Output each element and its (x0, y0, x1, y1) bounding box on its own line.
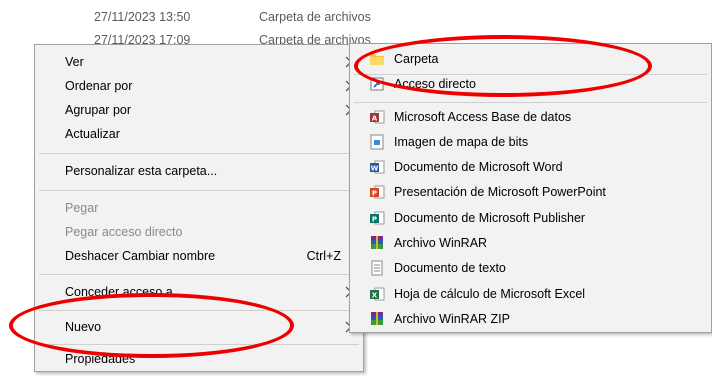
submenu-item-word[interactable]: W Documento de Microsoft Word (352, 155, 709, 179)
menu-item-label: Deshacer Cambiar nombre (65, 249, 216, 263)
excel-icon: X (370, 287, 385, 301)
submenu-item-label: Presentación de Microsoft PowerPoint (394, 185, 606, 199)
submenu-item-bitmap[interactable]: Imagen de mapa de bits (352, 130, 709, 154)
menu-item-propiedades[interactable]: Propiedades (37, 347, 361, 371)
winrar-icon (371, 236, 383, 249)
menu-item-personalizar[interactable]: Personalizar esta carpeta... (37, 159, 361, 183)
submenu-item-access[interactable]: A Microsoft Access Base de datos (352, 105, 709, 129)
menu-item-label: Nuevo (65, 320, 102, 334)
submenu-item-acceso-directo[interactable]: Acceso directo (352, 72, 709, 96)
submenu-item-carpeta[interactable]: Carpeta (352, 47, 709, 71)
context-menu: Ver Ordenar por Agrupar por Actualizar P… (34, 44, 364, 372)
menu-separator (39, 344, 359, 345)
menu-separator (39, 274, 359, 275)
menu-item-shortcut: Ctrl+Z (306, 249, 341, 263)
menu-item-label: Pegar acceso directo (65, 225, 183, 239)
access-icon: A (370, 110, 385, 124)
winrar-zip-icon (371, 312, 383, 325)
submenu-nuevo: Carpeta Acceso directo A Microsoft Acces… (349, 43, 712, 333)
svg-text:A: A (372, 115, 378, 123)
menu-item-agrupar-por[interactable]: Agrupar por (37, 98, 361, 122)
submenu-item-texto[interactable]: Documento de texto (352, 256, 709, 280)
menu-item-label: Agrupar por (65, 103, 132, 117)
submenu-item-powerpoint[interactable]: P Presentación de Microsoft PowerPoint (352, 180, 709, 204)
submenu-item-label: Hoja de cálculo de Microsoft Excel (394, 287, 586, 301)
menu-item-deshacer[interactable]: Deshacer Cambiar nombre Ctrl+Z (37, 244, 361, 268)
submenu-item-label: Documento de texto (394, 261, 506, 275)
menu-item-label: Conceder acceso a (65, 285, 173, 299)
powerpoint-icon: P (370, 185, 385, 199)
svg-text:X: X (372, 292, 378, 300)
folder-icon (370, 54, 384, 65)
menu-item-label: Ver (65, 55, 84, 69)
submenu-item-winrar[interactable]: Archivo WinRAR (352, 231, 709, 255)
bitmap-icon (370, 134, 384, 150)
submenu-item-label: Archivo WinRAR (394, 236, 488, 250)
menu-separator (39, 190, 359, 191)
shortcut-icon (370, 77, 384, 91)
submenu-item-winrar-zip[interactable]: Archivo WinRAR ZIP (352, 307, 709, 331)
svg-text:P: P (372, 190, 377, 198)
menu-separator (39, 310, 359, 311)
menu-separator (39, 153, 359, 154)
submenu-item-label: Acceso directo (394, 77, 476, 91)
menu-item-label: Ordenar por (65, 79, 133, 93)
menu-item-label: Actualizar (65, 127, 120, 141)
submenu-item-label: Archivo WinRAR ZIP (394, 312, 510, 326)
menu-item-pegar-acceso-directo: Pegar acceso directo (37, 220, 361, 244)
file-row[interactable]: 27/11/2023 13:50 Carpeta de archivos (0, 6, 712, 28)
submenu-item-label: Documento de Microsoft Word (394, 160, 563, 174)
file-type: Carpeta de archivos (259, 10, 371, 24)
menu-item-ver[interactable]: Ver (37, 50, 361, 74)
submenu-item-excel[interactable]: X Hoja de cálculo de Microsoft Excel (352, 282, 709, 306)
svg-text:P: P (372, 216, 377, 224)
menu-separator (354, 102, 707, 103)
submenu-item-label: Carpeta (394, 52, 439, 66)
submenu-item-publisher[interactable]: P Documento de Microsoft Publisher (352, 206, 709, 230)
menu-item-ordenar-por[interactable]: Ordenar por (37, 74, 361, 98)
menu-item-label: Personalizar esta carpeta... (65, 164, 218, 178)
publisher-icon: P (370, 211, 385, 225)
submenu-item-label: Documento de Microsoft Publisher (394, 211, 586, 225)
menu-item-pegar: Pegar (37, 196, 361, 220)
menu-item-label: Propiedades (65, 352, 136, 366)
menu-item-conceder-acceso[interactable]: Conceder acceso a (37, 280, 361, 304)
submenu-item-label: Microsoft Access Base de datos (394, 110, 572, 124)
menu-item-label: Pegar (65, 201, 99, 215)
submenu-item-label: Imagen de mapa de bits (394, 135, 529, 149)
file-date: 27/11/2023 13:50 (94, 10, 191, 24)
menu-item-nuevo[interactable]: Nuevo (37, 315, 361, 339)
menu-item-actualizar[interactable]: Actualizar (37, 122, 361, 146)
svg-text:W: W (371, 165, 379, 173)
text-document-icon (371, 260, 383, 276)
word-icon: W (370, 160, 385, 174)
